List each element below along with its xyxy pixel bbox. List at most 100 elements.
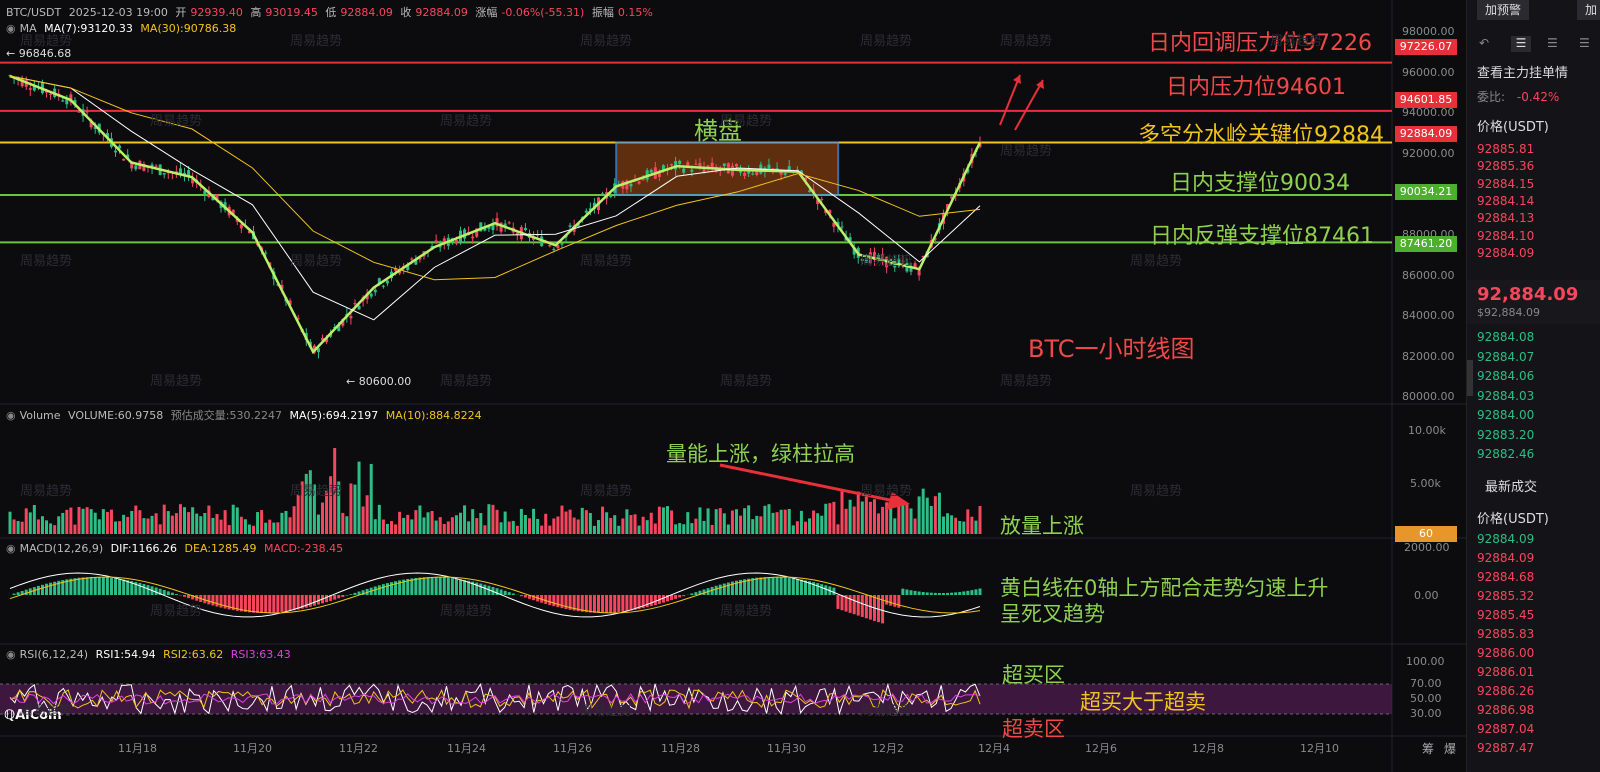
bid-row[interactable]: 92884.06 [1477, 369, 1534, 383]
list-alt2-icon[interactable]: ☰ [1579, 36, 1590, 50]
eye-icon[interactable]: ◉ [6, 22, 16, 35]
candle-body [239, 224, 243, 229]
macd-bar [45, 583, 49, 595]
volume-bar [511, 520, 515, 534]
macd-bar [463, 579, 467, 595]
macd-bar [252, 595, 256, 613]
ask-row[interactable]: 92884.15 [1477, 177, 1534, 191]
orderbook-title[interactable]: 查看主力挂单情 [1477, 62, 1568, 81]
trade-row[interactable]: 92885.83 [1477, 627, 1534, 641]
ask-row[interactable]: 92884.13 [1477, 211, 1534, 225]
bell-icon[interactable]: ◉ [6, 648, 16, 661]
price-axis-label: 86000.00 [1402, 268, 1455, 282]
macd-bar [950, 592, 954, 595]
macd-bar [889, 595, 893, 606]
volume-bar [85, 507, 89, 534]
ask-row[interactable]: 92885.36 [1477, 159, 1534, 173]
watermark: 周易趋势 [1270, 34, 1323, 49]
volume-bar [560, 505, 564, 534]
volume-bar [65, 509, 69, 534]
bid-row[interactable]: 92884.00 [1477, 408, 1534, 422]
ratio-row: 委比: -0.42% [1477, 88, 1559, 105]
trade-row[interactable]: 92887.04 [1477, 722, 1534, 736]
macd-bar [726, 582, 730, 595]
volume-bar [836, 524, 840, 534]
bid-row[interactable]: 92884.07 [1477, 350, 1534, 364]
macd-bar [629, 595, 633, 611]
macd-bar [268, 595, 272, 613]
volume-bar [199, 516, 203, 534]
trade-row[interactable]: 92886.00 [1477, 646, 1534, 660]
ask-row[interactable]: 92884.10 [1477, 229, 1534, 243]
volume-bar [97, 519, 101, 534]
trade-row[interactable]: 92885.32 [1477, 589, 1534, 603]
trade-row[interactable]: 92887.47 [1477, 741, 1534, 755]
list-alt-icon[interactable]: ☰ [1547, 36, 1558, 50]
volume-bar [568, 509, 572, 534]
eye-icon[interactable]: ◉ [6, 409, 16, 422]
trade-row[interactable]: 92885.45 [1477, 608, 1534, 622]
macd-bar [933, 592, 937, 595]
add-button[interactable]: 加 [1577, 0, 1600, 20]
macd-bar [426, 577, 430, 595]
list-icon[interactable]: ☰ [1511, 36, 1531, 52]
volume-bar [276, 522, 280, 534]
candle-body [682, 168, 686, 173]
volume-bar [373, 519, 377, 534]
trade-row[interactable]: 92886.98 [1477, 703, 1534, 717]
overbought-note: 超买区 [1002, 663, 1065, 687]
trades-title[interactable]: 最新成交 [1485, 476, 1537, 495]
trade-row[interactable]: 92884.09 [1477, 551, 1534, 565]
macd-bar [596, 595, 600, 613]
macd-bar [897, 595, 901, 608]
trade-row[interactable]: 92886.26 [1477, 684, 1534, 698]
watermark: 周易趋势 [20, 34, 73, 49]
volume-bar [28, 512, 32, 534]
candle-body [381, 285, 385, 287]
volume-bar [844, 508, 848, 534]
watermark: 周易趋势 [20, 704, 73, 719]
bid-row[interactable]: 92883.20 [1477, 428, 1534, 442]
ask-row[interactable]: 92884.14 [1477, 194, 1534, 208]
candle-body [629, 183, 633, 187]
watermark: 周易趋势 [290, 484, 343, 499]
volume-bar [958, 521, 962, 534]
add-alert-button[interactable]: 加预警 [1477, 0, 1530, 20]
macd-bar [390, 582, 394, 595]
chip-icon[interactable]: 筹 [1422, 740, 1434, 757]
chart-title-annotation: BTC一小时线图 [1028, 335, 1195, 363]
burst-icon[interactable]: 爆 [1444, 740, 1456, 757]
macd-bar [459, 579, 463, 595]
volume-bar [345, 516, 349, 534]
macd-bar [580, 595, 584, 612]
ask-row[interactable]: 92885.81 [1477, 142, 1534, 156]
high-label: 高 [250, 6, 262, 19]
ob-gt-os-note: 超买大于超卖 [1080, 690, 1206, 714]
volume-bar [142, 518, 146, 534]
volume-bar [426, 512, 430, 534]
macd-bar [109, 577, 113, 595]
volume-bar [398, 511, 402, 534]
volume-bar [771, 512, 775, 534]
ask-row[interactable]: 92884.09 [1477, 246, 1534, 260]
chart-area[interactable]: BTC/USDT 2025-12-03 19:00 开 92939.40 高 930… [0, 0, 1466, 772]
candle-body [751, 173, 755, 175]
undo-icon[interactable]: ↶ [1479, 36, 1489, 50]
watermark: 周易趋势 [580, 34, 633, 49]
bid-row[interactable]: 92884.08 [1477, 330, 1534, 344]
volume-bar [20, 521, 24, 534]
trade-row[interactable]: 92886.01 [1477, 665, 1534, 679]
support-annotation: 日内支撑位90034 [1170, 171, 1350, 196]
scroll-handle[interactable] [1467, 360, 1473, 396]
bell-icon[interactable]: ◉ [6, 542, 16, 555]
trade-row[interactable]: 92884.68 [1477, 570, 1534, 584]
bid-row[interactable]: 92882.46 [1477, 447, 1534, 461]
price-tag-90034: 90034.21 [1395, 184, 1457, 200]
macd-bar [174, 594, 178, 595]
trade-row[interactable]: 92884.09 [1477, 532, 1534, 546]
volume-bar [260, 510, 264, 534]
candle-body [840, 226, 844, 228]
bid-row[interactable]: 92884.03 [1477, 389, 1534, 403]
macd-bar [954, 592, 958, 595]
volume-bar [734, 509, 738, 534]
